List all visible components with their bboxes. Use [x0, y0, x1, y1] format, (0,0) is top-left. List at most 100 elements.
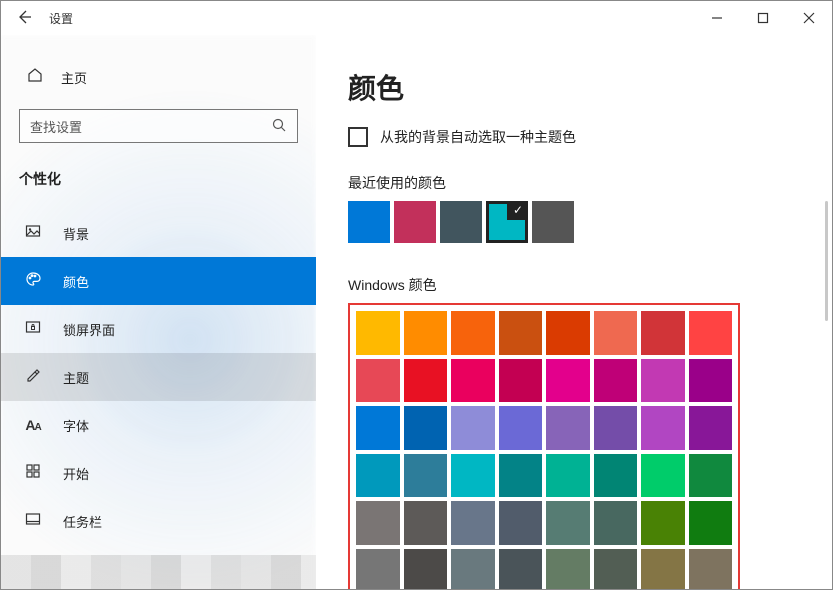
- palette-color-42[interactable]: [451, 549, 495, 590]
- palette-color-10[interactable]: [451, 359, 495, 403]
- recent-color-1[interactable]: [394, 201, 436, 243]
- windows-colors-grid: [356, 311, 732, 589]
- palette-color-19[interactable]: [499, 406, 543, 450]
- sidebar-item-1[interactable]: 颜色: [1, 257, 316, 305]
- lock-icon: [23, 319, 43, 339]
- palette-color-6[interactable]: [641, 311, 685, 355]
- font-icon: AA: [23, 417, 43, 434]
- palette-color-15[interactable]: [689, 359, 733, 403]
- recent-colors-row: ✓: [348, 201, 800, 243]
- palette-color-31[interactable]: [689, 454, 733, 498]
- palette-color-40[interactable]: [356, 549, 400, 590]
- sidebar-item-5[interactable]: 开始: [1, 449, 316, 497]
- scrollbar[interactable]: [825, 201, 828, 321]
- palette-color-36[interactable]: [546, 501, 590, 545]
- sidebar-item-0[interactable]: 背景: [1, 209, 316, 257]
- palette-color-5[interactable]: [594, 311, 638, 355]
- palette-color-0[interactable]: [356, 311, 400, 355]
- palette-color-2[interactable]: [451, 311, 495, 355]
- palette-color-35[interactable]: [499, 501, 543, 545]
- taskbar-icon: [23, 511, 43, 531]
- palette-color-29[interactable]: [594, 454, 638, 498]
- palette-color-24[interactable]: [356, 454, 400, 498]
- palette-color-44[interactable]: [546, 549, 590, 590]
- palette-color-34[interactable]: [451, 501, 495, 545]
- windows-colors-highlight: [348, 303, 740, 589]
- page-heading: 颜色: [348, 67, 800, 107]
- sidebar-item-label: 字体: [63, 416, 89, 435]
- theme-icon: [23, 367, 43, 387]
- palette-color-20[interactable]: [546, 406, 590, 450]
- palette-color-7[interactable]: [689, 311, 733, 355]
- palette-color-47[interactable]: [689, 549, 733, 590]
- titlebar: 设置: [1, 1, 832, 35]
- palette-color-8[interactable]: [356, 359, 400, 403]
- palette-color-27[interactable]: [499, 454, 543, 498]
- palette-color-32[interactable]: [356, 501, 400, 545]
- palette-color-33[interactable]: [404, 501, 448, 545]
- sidebar-item-3[interactable]: 主题: [1, 353, 316, 401]
- palette-color-38[interactable]: [641, 501, 685, 545]
- sidebar-item-label: 背景: [63, 224, 89, 243]
- back-button[interactable]: [15, 9, 33, 28]
- auto-pick-checkbox[interactable]: [348, 127, 368, 147]
- palette-color-23[interactable]: [689, 406, 733, 450]
- palette-color-30[interactable]: [641, 454, 685, 498]
- palette-color-14[interactable]: [641, 359, 685, 403]
- palette-color-26[interactable]: [451, 454, 495, 498]
- palette-color-28[interactable]: [546, 454, 590, 498]
- minimize-button[interactable]: [694, 1, 740, 35]
- palette-color-18[interactable]: [451, 406, 495, 450]
- palette-color-22[interactable]: [641, 406, 685, 450]
- windows-colors-label: Windows 颜色: [348, 275, 800, 295]
- sidebar-item-4[interactable]: AA 字体: [1, 401, 316, 449]
- sidebar: 主页 查找设置 个性化 背景颜色锁屏界面主题 AA 字体开始任务栏: [1, 35, 316, 589]
- sidebar-item-label: 锁屏界面: [63, 320, 115, 339]
- sidebar-item-6[interactable]: 任务栏: [1, 497, 316, 545]
- palette-color-1[interactable]: [404, 311, 448, 355]
- window-title: 设置: [49, 10, 73, 27]
- search-input[interactable]: 查找设置: [19, 109, 298, 143]
- sidebar-item-label: 任务栏: [63, 512, 102, 531]
- palette-color-37[interactable]: [594, 501, 638, 545]
- home-button[interactable]: 主页: [1, 59, 316, 95]
- home-label: 主页: [61, 68, 87, 87]
- palette-color-21[interactable]: [594, 406, 638, 450]
- recent-color-0[interactable]: [348, 201, 390, 243]
- maximize-button[interactable]: [740, 1, 786, 35]
- section-title: 个性化: [1, 169, 316, 189]
- palette-color-16[interactable]: [356, 406, 400, 450]
- palette-icon: [23, 271, 43, 291]
- search-icon: [271, 117, 287, 136]
- palette-color-13[interactable]: [594, 359, 638, 403]
- palette-color-41[interactable]: [404, 549, 448, 590]
- image-icon: [23, 223, 43, 243]
- start-icon: [23, 463, 43, 483]
- palette-color-17[interactable]: [404, 406, 448, 450]
- palette-color-46[interactable]: [641, 549, 685, 590]
- palette-color-11[interactable]: [499, 359, 543, 403]
- close-button[interactable]: [786, 1, 832, 35]
- palette-color-4[interactable]: [546, 311, 590, 355]
- palette-color-12[interactable]: [546, 359, 590, 403]
- sidebar-item-label: 主题: [63, 368, 89, 387]
- search-placeholder: 查找设置: [30, 117, 271, 136]
- palette-color-3[interactable]: [499, 311, 543, 355]
- palette-color-39[interactable]: [689, 501, 733, 545]
- sidebar-item-label: 颜色: [63, 272, 89, 291]
- palette-color-45[interactable]: [594, 549, 638, 590]
- recent-color-3[interactable]: ✓: [486, 201, 528, 243]
- auto-pick-row[interactable]: 从我的背景自动选取一种主题色: [348, 127, 800, 147]
- recent-colors-label: 最近使用的颜色: [348, 173, 800, 193]
- palette-color-43[interactable]: [499, 549, 543, 590]
- sidebar-item-2[interactable]: 锁屏界面: [1, 305, 316, 353]
- palette-color-9[interactable]: [404, 359, 448, 403]
- recent-color-4[interactable]: [532, 201, 574, 243]
- content-pane: 颜色 从我的背景自动选取一种主题色 最近使用的颜色 ✓ Windows 颜色: [316, 35, 832, 589]
- auto-pick-label: 从我的背景自动选取一种主题色: [380, 127, 576, 147]
- sidebar-item-label: 开始: [63, 464, 89, 483]
- recent-color-2[interactable]: [440, 201, 482, 243]
- home-icon: [25, 67, 45, 87]
- palette-color-25[interactable]: [404, 454, 448, 498]
- check-icon: ✓: [513, 203, 523, 217]
